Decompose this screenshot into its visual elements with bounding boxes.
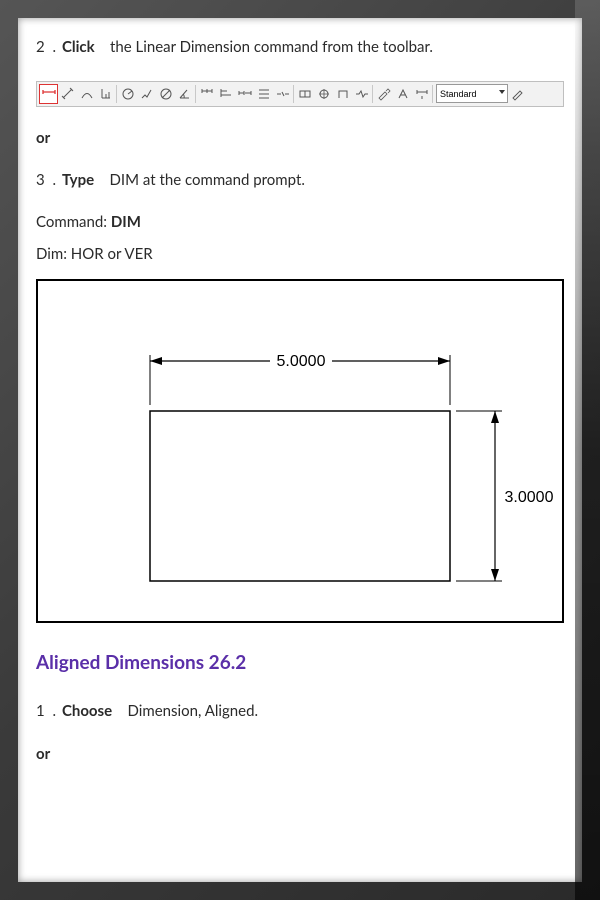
step-2-line: 2 . Click the Linear Dimension command f… (36, 36, 564, 59)
command-value: DIM (111, 213, 141, 231)
step-3-verb: Type (62, 171, 94, 189)
quick-dimension-icon[interactable] (197, 84, 216, 104)
step-3-line: 3 . Type DIM at the command prompt. (36, 169, 564, 192)
or-text-1: or (36, 129, 564, 147)
command-prefix: Command: (36, 213, 111, 231)
jogged-radius-icon[interactable] (137, 84, 156, 104)
tablet-frame: 2 . Click the Linear Dimension command f… (0, 0, 600, 900)
dimension-toolbar: Standard (36, 81, 564, 107)
toolbar-separator (432, 85, 433, 103)
baseline-dimension-icon[interactable] (216, 84, 235, 104)
aligned-step-1-line: 1 . Choose Dimension, Aligned. (36, 700, 564, 723)
height-dimension-label: 3.0000 (505, 489, 554, 506)
step-2-number: 2 . (36, 38, 58, 56)
step-2-verb: Click (62, 38, 95, 56)
aligned-step-1-verb: Choose (62, 702, 112, 720)
toolbar-separator (116, 85, 117, 103)
inspection-icon[interactable] (333, 84, 352, 104)
dimension-text-edit-icon[interactable] (393, 84, 412, 104)
toolbar-separator (195, 85, 196, 103)
or-text-2: or (36, 745, 564, 763)
toolbar-separator (293, 85, 294, 103)
section-heading: Aligned Dimensions 26.2 (36, 651, 564, 674)
document-screen: 2 . Click the Linear Dimension command f… (18, 18, 582, 882)
center-mark-icon[interactable] (314, 84, 333, 104)
arc-length-icon[interactable] (77, 84, 96, 104)
command-line: Command: DIM (36, 213, 564, 231)
dimension-style-icon[interactable] (508, 84, 527, 104)
linear-dimension-icon[interactable] (39, 84, 58, 104)
dimension-space-icon[interactable] (254, 84, 273, 104)
dimension-diagram: 5.0000 3.0000 (36, 279, 564, 623)
toolbar-separator (372, 85, 373, 103)
angular-dimension-icon[interactable] (175, 84, 194, 104)
tolerance-icon[interactable] (295, 84, 314, 104)
diameter-dimension-icon[interactable] (156, 84, 175, 104)
dimension-update-icon[interactable] (412, 84, 431, 104)
aligned-step-1-number: 1 . (36, 702, 58, 720)
aligned-dimension-icon[interactable] (58, 84, 77, 104)
width-dimension-label: 5.0000 (277, 353, 326, 370)
radius-dimension-icon[interactable] (118, 84, 137, 104)
ordinate-dimension-icon[interactable] (96, 84, 115, 104)
step-3-number: 3 . (36, 171, 58, 189)
step-3-rest: DIM at the command prompt. (110, 171, 305, 189)
jogged-linear-icon[interactable] (352, 84, 371, 104)
aligned-step-1-rest: Dimension, Aligned. (128, 702, 259, 720)
step-2-rest: the Linear Dimension command from the to… (110, 38, 433, 56)
continue-dimension-icon[interactable] (235, 84, 254, 104)
dimension-style-dropdown[interactable]: Standard (436, 84, 508, 103)
dim-line: Dim: HOR or VER (36, 245, 564, 263)
dimension-break-icon[interactable] (273, 84, 292, 104)
dimension-style-value: Standard (440, 89, 477, 99)
dimension-edit-icon[interactable] (374, 84, 393, 104)
